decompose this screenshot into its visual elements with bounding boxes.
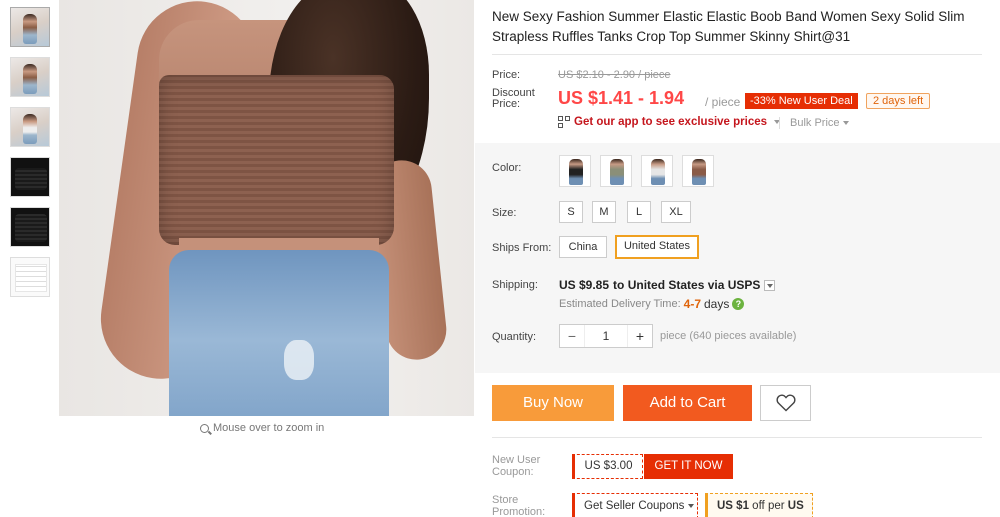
heart-icon <box>775 394 796 412</box>
wishlist-button[interactable] <box>760 385 811 421</box>
ships-from-china[interactable]: China <box>559 236 607 258</box>
price-label: Price: <box>492 69 521 81</box>
title-divider <box>492 54 982 55</box>
separator <box>779 117 780 129</box>
size-option-m[interactable]: M <box>592 201 616 223</box>
promo-mid: off per <box>752 500 785 512</box>
eta-unit: days <box>704 297 730 311</box>
coupon-divider <box>492 437 982 438</box>
thumbnail-black-fabric-flat[interactable] <box>10 207 50 247</box>
color-label: Color: <box>492 162 522 174</box>
size-option-s[interactable]: S <box>559 201 583 223</box>
chevron-down-icon <box>842 121 849 126</box>
store-promotion-dropdown[interactable]: US $1 off per US $35 <box>705 493 813 517</box>
app-link-text: Get our app to see exclusive prices <box>574 116 768 128</box>
seller-coupons-label: Get Seller Coupons <box>584 500 685 512</box>
color-swatch-black[interactable] <box>559 155 591 187</box>
get-it-now-button[interactable]: GET IT NOW <box>644 454 733 479</box>
price-unit: / piece <box>705 95 741 109</box>
thumbnail-photo-front[interactable] <box>10 7 50 47</box>
thumbnail-photo-side[interactable] <box>10 57 50 97</box>
shipping-method[interactable]: US $9.85 to United States via USPS <box>559 278 776 292</box>
new-user-deal-badge: -33% New User Deal <box>745 93 858 109</box>
discount-price-label: Discount Price: <box>492 87 535 110</box>
color-swatches <box>559 155 714 187</box>
ships-from-united-states[interactable]: United States <box>615 235 699 259</box>
product-info: New Sexy Fashion Summer Elastic Elastic … <box>475 0 1000 517</box>
new-user-coupon-amount: US $3.00 <box>572 454 643 479</box>
seller-coupons-dropdown[interactable]: Get Seller Coupons <box>572 493 698 517</box>
bulk-price-label: Bulk Price <box>790 117 840 129</box>
main-product-image[interactable] <box>59 0 474 416</box>
color-swatch-olive[interactable] <box>600 155 632 187</box>
thumbnail-photo-white-top[interactable] <box>10 107 50 147</box>
shipping-destination: to United States via USPS <box>613 278 761 292</box>
thumbnail-strip <box>10 7 50 307</box>
zoom-hint: Mouse over to zoom in <box>200 422 324 434</box>
thumbnail-size-chart[interactable] <box>10 257 50 297</box>
discount-price: US $1.41 - 1.94 <box>558 88 685 108</box>
zoom-hint-text: Mouse over to zoom in <box>213 422 325 434</box>
delivery-estimate: Estimated Delivery Time: 4-7 days ? <box>559 297 745 311</box>
shipping-cost: US $9.85 <box>559 278 610 292</box>
time-left-badge: 2 days left <box>866 93 931 109</box>
product-title: New Sexy Fashion Summer Elastic Elastic … <box>492 9 965 44</box>
quantity-available: piece (640 pieces available) <box>660 330 797 342</box>
quantity-input[interactable]: 1 <box>584 325 628 347</box>
new-user-coupon-label: New User Coupon: <box>492 454 541 478</box>
color-swatch-white[interactable] <box>641 155 673 187</box>
chevron-down-icon <box>688 503 695 508</box>
app-exclusive-link[interactable]: Get our app to see exclusive prices <box>558 116 781 128</box>
search-icon <box>200 423 209 433</box>
eta-days: 4-7 <box>683 297 701 311</box>
buy-now-button[interactable]: Buy Now <box>492 385 614 421</box>
ships-from-label: Ships From: <box>492 242 552 254</box>
quantity-increase-button[interactable]: + <box>628 325 652 347</box>
quantity-label: Quantity: <box>492 331 537 343</box>
size-option-l[interactable]: L <box>627 201 651 223</box>
quantity-decrease-button[interactable]: − <box>560 325 584 347</box>
product-crop-top <box>159 75 394 245</box>
shipping-label: Shipping: <box>492 279 538 291</box>
qr-code-icon <box>558 116 570 128</box>
promo-value: US $1 <box>717 500 749 512</box>
check-icon[interactable]: ? <box>732 298 745 310</box>
color-swatch-brown[interactable] <box>682 155 714 187</box>
quantity-stepper: − 1 + <box>559 324 653 348</box>
size-label: Size: <box>492 207 517 219</box>
chevron-down-icon[interactable] <box>764 279 776 291</box>
original-price: US $2.10 - 2.90 / piece <box>558 69 671 81</box>
size-option-xl[interactable]: XL <box>661 201 691 223</box>
jeans-rip <box>284 340 314 380</box>
eta-label: Estimated Delivery Time: <box>559 298 681 310</box>
model-jeans <box>169 250 389 416</box>
bulk-price-dropdown[interactable]: Bulk Price <box>790 117 849 129</box>
add-to-cart-button[interactable]: Add to Cart <box>623 385 752 421</box>
thumbnail-black-fabric[interactable] <box>10 157 50 197</box>
store-promotion-label: Store Promotion: <box>492 494 546 517</box>
